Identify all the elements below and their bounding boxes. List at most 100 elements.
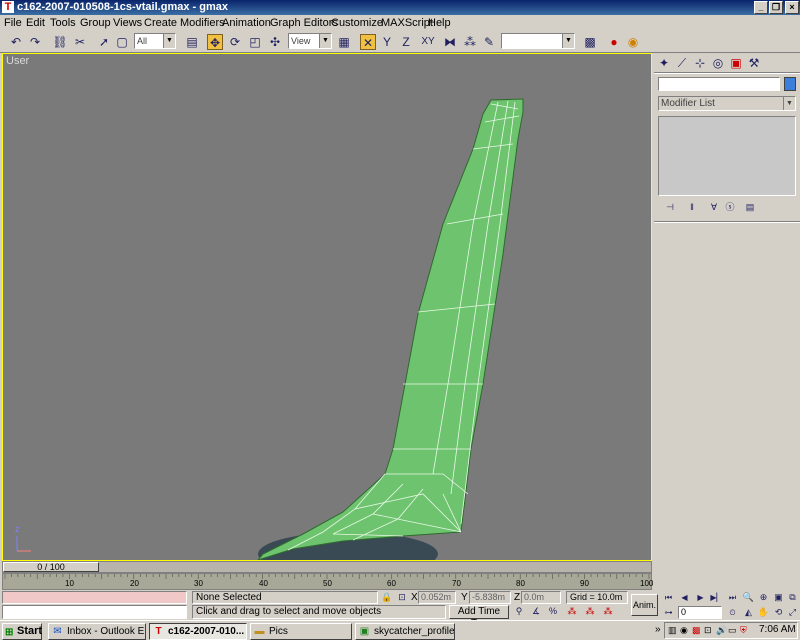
selection-filter-dropdown[interactable]: All ▼ (134, 33, 176, 49)
menu-edit[interactable]: Edit (26, 16, 45, 30)
taskbar-item-gmax[interactable]: T c162-2007-010... (149, 623, 247, 640)
absolute-mode-icon[interactable]: ⊡ (396, 591, 408, 603)
restore-button[interactable]: ❐ (769, 1, 783, 14)
go-to-start-icon[interactable]: ⏮ (662, 591, 675, 604)
select-and-scale-icon[interactable]: ◰ (247, 34, 263, 50)
taskbar-item-pics[interactable]: ▬ Pics (250, 623, 352, 640)
object-name-field[interactable] (658, 77, 780, 91)
select-and-move-icon[interactable]: ✥ (207, 34, 223, 50)
quick-render-icon[interactable]: ◉ (625, 34, 641, 50)
select-region-icon[interactable]: ▢ (114, 34, 130, 50)
redo-icon[interactable]: ↷ (27, 34, 43, 50)
menu-group[interactable]: Group (80, 16, 111, 30)
display-tab-icon[interactable]: ▣ (728, 55, 744, 71)
previous-frame-icon[interactable]: ◀ (678, 591, 691, 604)
gmax-app-icon[interactable]: T (2, 1, 14, 13)
percent-snap-icon[interactable]: % (547, 605, 559, 618)
undo-icon[interactable]: ↶ (8, 34, 24, 50)
create-tab-icon[interactable]: ✦ (656, 55, 672, 71)
menu-animation[interactable]: Animation (222, 16, 271, 30)
named-selection-dropdown[interactable]: ▼ (501, 33, 575, 49)
menu-modifiers[interactable]: Modifiers (180, 16, 225, 30)
material-editor-icon[interactable]: ▩ (582, 34, 598, 50)
angle-snap-icon[interactable]: ∡ (530, 605, 542, 618)
menu-file[interactable]: File (4, 16, 22, 30)
animate-toggle-button[interactable]: Anim. (631, 594, 658, 616)
lock-selection-icon[interactable]: 🔒 (381, 591, 393, 603)
tray-volume-icon[interactable]: 🔊 (716, 625, 727, 636)
current-frame-spinner[interactable]: 0 (678, 606, 722, 619)
field-of-view-icon[interactable]: ◭ (742, 606, 755, 619)
render-icon[interactable]: ● (606, 34, 622, 50)
taskbar-item-outlook[interactable]: ✉ Inbox - Outlook E... (48, 623, 146, 640)
track-bar[interactable]: 10 20 30 40 50 60 70 80 90 100 (2, 573, 653, 590)
show-end-result-icon[interactable]: ‖ (684, 199, 700, 215)
object-color-swatch[interactable] (784, 77, 796, 91)
tray-camera-icon[interactable]: ◉ (680, 625, 688, 636)
maxscript-input-mini[interactable] (2, 605, 187, 619)
restrict-y-icon[interactable]: Y (379, 34, 395, 50)
menu-create[interactable]: Create (144, 16, 177, 30)
tray-printer-icon[interactable]: ▥ (668, 625, 677, 636)
go-to-end-icon[interactable]: ⏭ (726, 591, 739, 604)
menu-help[interactable]: Help (428, 16, 451, 30)
start-button[interactable]: ⊞ Start (2, 623, 42, 640)
y-coordinate-field[interactable]: -5.838m (469, 591, 511, 604)
restrict-z-icon[interactable]: Z (398, 34, 414, 50)
maxscript-listener-mini[interactable] (2, 591, 187, 604)
tray-display-icon[interactable]: ▭ (728, 625, 737, 636)
key-mode-icon[interactable]: ⊶ (662, 606, 675, 619)
menu-customize[interactable]: Customize (331, 16, 383, 30)
reference-coord-dropdown[interactable]: View ▼ (288, 33, 332, 49)
z-coordinate-field[interactable]: 0.0m (521, 591, 561, 604)
snap-options-icon[interactable]: ⁂ (584, 605, 596, 618)
menu-graph-editors[interactable]: Graph Editors (270, 16, 338, 30)
time-slider-track[interactable]: 0 / 100 (2, 561, 652, 573)
remove-modifier-icon[interactable]: ⓢ (722, 199, 738, 215)
hierarchy-tab-icon[interactable]: ⊹ (692, 55, 708, 71)
select-by-name-icon[interactable]: ▤ (184, 34, 200, 50)
taskbar-item-skycatcher[interactable]: ▣ skycatcher_profile.... (355, 623, 455, 640)
add-time-tag-button[interactable]: Add Time Tag (449, 605, 509, 629)
zoom-icon[interactable]: 🔍 (742, 591, 755, 604)
edit-named-selection-icon[interactable]: ⁂ (602, 605, 614, 618)
pin-stack-icon[interactable]: ⊣ (662, 199, 678, 215)
next-frame-icon[interactable]: ▶▏ (710, 591, 723, 604)
time-configuration-icon[interactable]: ⏲ (726, 606, 739, 619)
user-viewport[interactable]: User z (2, 53, 652, 561)
select-and-rotate-icon[interactable]: ⟳ (227, 34, 243, 50)
restrict-x-icon[interactable]: ✕ (360, 34, 376, 50)
zoom-all-icon[interactable]: ⊕ (757, 591, 770, 604)
make-unique-icon[interactable]: ∀ (706, 199, 722, 215)
motion-tab-icon[interactable]: ◎ (710, 55, 726, 71)
configure-modifier-sets-icon[interactable]: ▤ (742, 199, 758, 215)
modifier-list-dropdown[interactable]: Modifier List ▼ (658, 96, 796, 111)
tray-security-icon[interactable]: ⛨ (740, 625, 747, 636)
chevron-right-icon[interactable]: » (655, 624, 661, 635)
modifier-stack[interactable] (658, 116, 796, 196)
array-icon[interactable]: ⁂ (462, 34, 478, 50)
pan-icon[interactable]: ✋ (757, 606, 770, 619)
rollout-area[interactable] (654, 224, 800, 587)
pivot-center-icon[interactable]: ✣ (267, 34, 283, 50)
transform-center-icon[interactable]: ▦ (336, 34, 352, 50)
link-icon[interactable]: ⛓ (52, 34, 68, 50)
align-icon[interactable]: ✎ (481, 34, 497, 50)
zoom-extents-all-icon[interactable]: ⧉ (786, 591, 799, 604)
play-icon[interactable]: ▶ (694, 591, 707, 604)
tray-network-icon[interactable]: ⊡ (704, 625, 712, 636)
select-icon[interactable]: ➚ (96, 34, 112, 50)
maximize-viewport-icon[interactable]: ⤢ (786, 606, 799, 619)
menu-maxscript[interactable]: MAXScript (381, 16, 433, 30)
zoom-extents-icon[interactable]: ▣ (772, 591, 785, 604)
spinner-snap-icon[interactable]: ⁂ (566, 605, 578, 618)
minimize-button[interactable]: _ (754, 1, 768, 14)
title-bar[interactable]: T c162-2007-010508-1cs-vtail.gmax - gmax… (0, 0, 800, 15)
close-button[interactable]: × (785, 1, 799, 14)
menu-views[interactable]: Views (113, 16, 142, 30)
menu-tools[interactable]: Tools (50, 16, 76, 30)
arc-rotate-icon[interactable]: ⟲ (772, 606, 785, 619)
utilities-tab-icon[interactable]: ⚒ (746, 55, 762, 71)
x-coordinate-field[interactable]: 0.052m (418, 591, 456, 604)
restrict-xy-icon[interactable]: XY (418, 34, 438, 50)
